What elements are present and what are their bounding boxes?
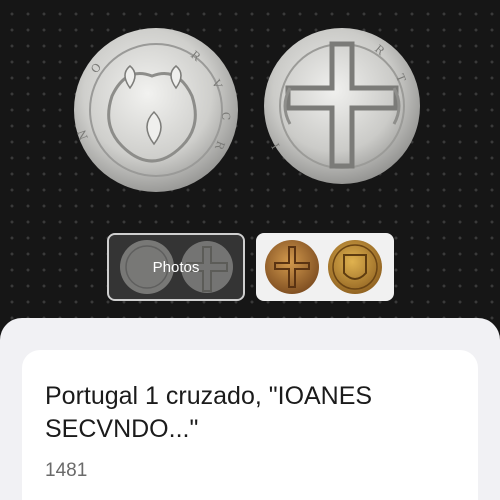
item-year: 1481 <box>45 460 88 481</box>
coin-reverse-image: R T I <box>262 26 422 186</box>
item-title: Portugal 1 cruzado, "IOANES SECVNDO..." <box>45 382 373 443</box>
photos-label: Photos <box>152 259 200 276</box>
image-gallery[interactable]: R V C R O N R T I Photos <box>0 0 500 345</box>
thumbnail-gold-coins-image <box>265 240 382 294</box>
thumbnail-photos[interactable]: Photos <box>107 233 245 301</box>
svg-text:C: C <box>219 112 232 121</box>
coin-obverse-image: R V C R O N <box>72 26 240 194</box>
thumbnail-gold-coins[interactable] <box>256 233 394 301</box>
